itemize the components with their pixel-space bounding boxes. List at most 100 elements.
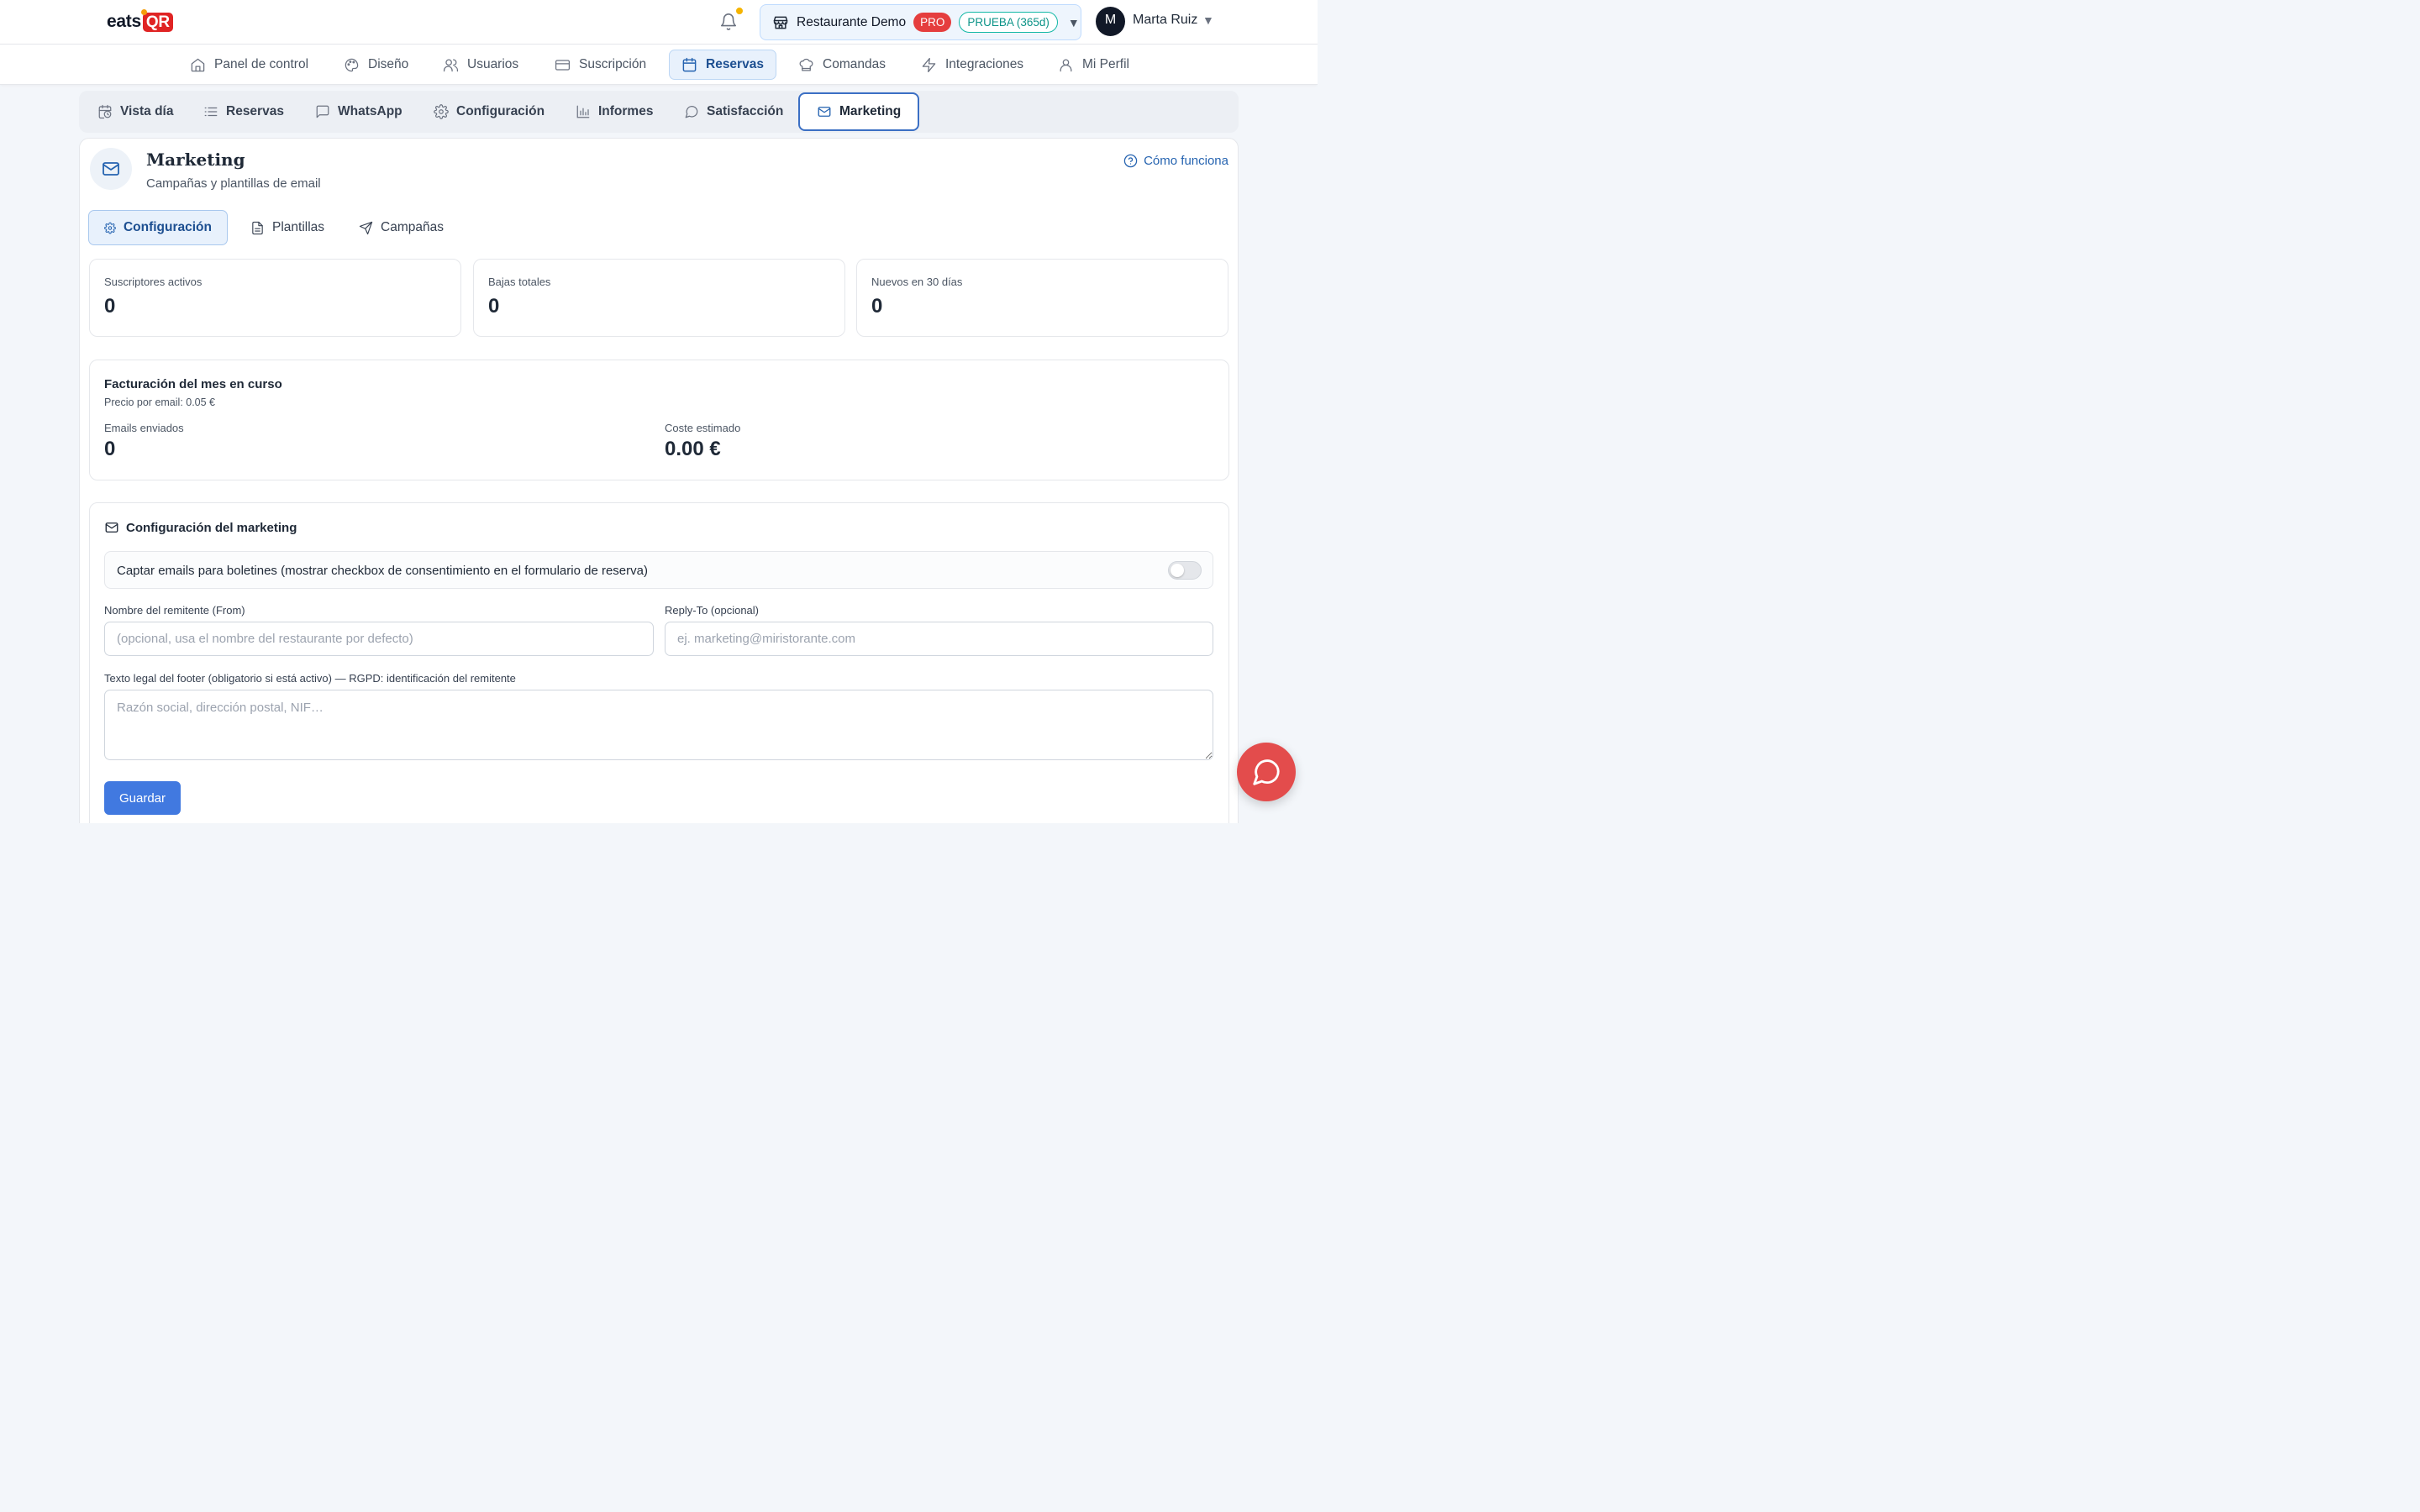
sub-tab-label: Satisfacción (707, 104, 784, 118)
avatar[interactable]: M (1096, 7, 1125, 36)
sub-tab-marketing[interactable]: Marketing (798, 92, 920, 131)
nav-label: Usuarios (467, 57, 519, 71)
replyto-label: Reply-To (opcional) (665, 604, 759, 617)
calendar-clock-icon (98, 104, 112, 119)
marketing-card: Marketing Campañas y plantillas de email… (79, 138, 1239, 823)
tab-configuracion[interactable]: Configuración (88, 210, 228, 245)
stat-value: 0 (104, 295, 116, 318)
page-subtitle: Campañas y plantillas de email (146, 176, 321, 191)
save-button[interactable]: Guardar (104, 781, 181, 815)
sub-tab-label: Configuración (456, 104, 545, 118)
bell-icon[interactable] (719, 12, 738, 32)
section-title: Configuración del marketing (104, 520, 297, 535)
stat-card-suscriptores: Suscriptores activos 0 (89, 259, 461, 337)
footer-legal-textarea[interactable] (104, 690, 1213, 760)
emails-sent-label: Emails enviados (104, 422, 184, 434)
user-icon (1060, 59, 1072, 71)
consent-toggle[interactable] (1168, 561, 1202, 580)
mail-icon (103, 162, 119, 176)
nav-item-mi-perfil[interactable]: Mi Perfil (1046, 50, 1141, 80)
emails-sent-value: 0 (104, 438, 116, 460)
credit-card-icon (555, 59, 571, 71)
nav-label: Comandas (823, 57, 886, 71)
consent-row: Captar emails para boletines (mostrar ch… (104, 551, 1213, 589)
chat-bubble-icon (1253, 759, 1280, 785)
bar-chart-icon (576, 105, 590, 118)
gear-icon (104, 222, 116, 234)
price-per-email: Precio por email: 0.05 € (104, 396, 216, 408)
tab-label: Configuración (123, 220, 212, 234)
nav-label: Reservas (706, 57, 764, 71)
sub-tab-whatsapp[interactable]: WhatsApp (298, 92, 419, 131)
restaurant-selector[interactable]: Restaurante Demo PRO PRUEBA (365d) ▼ (760, 4, 1081, 40)
stat-card-bajas: Bajas totales 0 (473, 259, 845, 337)
sub-tab-label: Reservas (226, 104, 284, 118)
nav-item-suscripcion[interactable]: Suscripción (543, 50, 658, 80)
estimated-cost-value: 0.00 € (665, 438, 721, 460)
lightning-icon (922, 57, 936, 72)
chef-hat-icon (799, 58, 813, 71)
list-icon (204, 107, 218, 117)
stat-label: Nuevos en 30 días (871, 276, 963, 288)
how-it-works-link[interactable]: Cómo funciona (1123, 154, 1228, 168)
sub-tab-label: Informes (598, 104, 654, 118)
chevron-down-icon: ▼ (1067, 15, 1080, 29)
help-link-label: Cómo funciona (1144, 154, 1228, 168)
toggle-knob (1171, 564, 1184, 577)
help-circle-icon (1123, 154, 1138, 168)
mail-icon (818, 107, 831, 117)
stat-label: Bajas totales (488, 276, 551, 288)
plan-badge: PRO (913, 13, 952, 32)
nav-item-integraciones[interactable]: Integraciones (909, 50, 1035, 80)
sub-tab-satisfaccion[interactable]: Satisfacción (667, 92, 800, 131)
logo-text: eats (107, 12, 141, 31)
palette-icon (345, 58, 359, 71)
user-menu-chevron-icon[interactable]: ▼ (1202, 13, 1214, 27)
footer-legal-label: Texto legal del footer (obligatorio si e… (104, 672, 516, 685)
sub-tab-configuracion[interactable]: Configuración (417, 92, 561, 131)
sub-tab-label: Marketing (839, 104, 902, 118)
nav-label: Mi Perfil (1082, 57, 1129, 71)
message-square-icon (316, 105, 329, 118)
billing-card: Facturación del mes en curso Precio por … (89, 360, 1229, 480)
nav-item-usuarios[interactable]: Usuarios (431, 50, 530, 80)
nav-item-panel-de-control[interactable]: Panel de control (178, 50, 320, 80)
sub-tab-label: WhatsApp (338, 104, 402, 118)
stat-label: Suscriptores activos (104, 276, 203, 288)
sub-tab-vista-dia[interactable]: Vista día (81, 92, 190, 131)
nav-item-diseno[interactable]: Diseño (332, 50, 420, 80)
page-title: Marketing (146, 150, 245, 170)
logo-qr-box: QR (140, 8, 173, 32)
estimated-cost-label: Coste estimado (665, 422, 741, 434)
top-bar: eats QR Restaurante Demo PRO PRUEBA (365… (0, 0, 1318, 45)
tab-plantillas[interactable]: Plantillas (235, 210, 339, 245)
consent-label: Captar emails para boletines (mostrar ch… (117, 564, 648, 578)
chat-support-button[interactable] (1237, 743, 1296, 801)
users-icon (443, 59, 459, 71)
message-circle-icon (685, 106, 698, 118)
notification-dot (734, 6, 744, 16)
nav-label: Suscripción (579, 57, 647, 71)
main-nav: Panel de control Diseño Usuarios Suscrip… (0, 45, 1318, 85)
reply-to-input[interactable] (665, 622, 1213, 656)
marketing-config-section: Configuración del marketing Captar email… (89, 502, 1229, 823)
nav-label: Integraciones (945, 57, 1024, 71)
trial-badge: PRUEBA (365d) (959, 12, 1058, 33)
from-name-input[interactable] (104, 622, 654, 656)
tab-label: Campañas (381, 220, 444, 234)
send-icon (359, 221, 373, 234)
stat-value: 0 (871, 295, 883, 318)
nav-item-reservas[interactable]: Reservas (669, 50, 776, 80)
tab-campanas[interactable]: Campañas (344, 210, 459, 245)
stat-value: 0 (488, 295, 500, 318)
home-icon (191, 58, 205, 71)
nav-label: Panel de control (214, 57, 309, 71)
user-name[interactable]: Marta Ruiz (1133, 13, 1197, 28)
logo[interactable]: eats QR (107, 8, 173, 34)
tab-label: Plantillas (272, 220, 325, 234)
nav-item-comandas[interactable]: Comandas (786, 50, 897, 80)
stat-card-nuevos: Nuevos en 30 días 0 (856, 259, 1228, 337)
store-icon (773, 16, 788, 29)
sub-tab-informes[interactable]: Informes (559, 92, 670, 131)
sub-tab-reservas[interactable]: Reservas (187, 92, 301, 131)
